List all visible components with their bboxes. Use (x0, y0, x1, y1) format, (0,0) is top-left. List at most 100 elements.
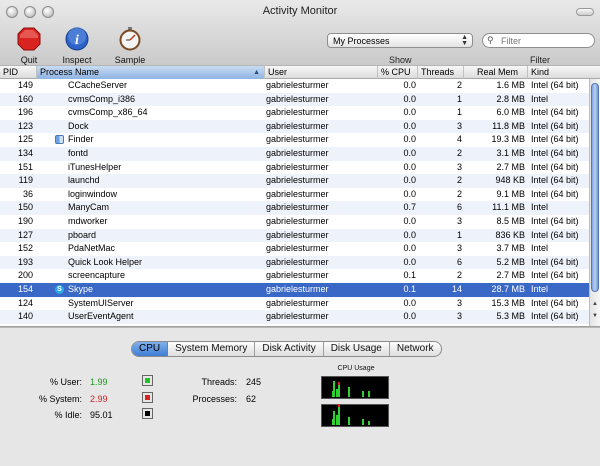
column-header-kind[interactable]: Kind (528, 66, 600, 79)
user-cell: gabrielesturmer (266, 120, 329, 131)
cpu-system-bar (338, 404, 340, 407)
sort-ascending-icon: ▲ (253, 69, 260, 76)
process-name-cell: cvmsComp_x86_64 (68, 107, 148, 118)
cpu-user-bar (338, 407, 340, 425)
real-mem-cell: 28.7 MB (491, 284, 525, 294)
swatch-fill (145, 411, 150, 416)
column-header-process-name[interactable]: Process Name ▲ (37, 66, 265, 79)
cpu-idle-color-swatch[interactable] (142, 408, 153, 419)
real-mem-cell: 11.1 MB (492, 202, 525, 213)
column-header-cpu[interactable]: % CPU (378, 66, 418, 79)
table-row[interactable]: 119 launchd gabrielesturmer 0.0 2 948 KB Intel… (0, 174, 589, 188)
real-mem-cell: 836 KB (495, 229, 525, 240)
scroll-down-arrow-icon[interactable]: ▼ (591, 313, 599, 323)
inspect-button[interactable]: i Inspect (60, 27, 94, 65)
pid-cell: 134 (17, 148, 33, 158)
threads-cell: 3 (456, 120, 462, 131)
process-name-cell: iTunesHelper (68, 161, 122, 172)
tab-network[interactable]: Network (390, 342, 441, 356)
scroll-up-arrow-icon[interactable]: ▲ (591, 301, 599, 311)
table-row[interactable]: 152 PdaNetMac gabrielesturmer 0.0 3 3.7 MB Int… (0, 242, 589, 256)
tab-system-memory[interactable]: System Memory (168, 342, 256, 356)
column-header-threads[interactable]: Threads (418, 66, 464, 79)
process-name-cell: ManyCam (68, 202, 110, 213)
column-header-user[interactable]: User (265, 66, 378, 79)
real-mem-cell: 5.2 MB (496, 256, 525, 267)
threads-cell: 2 (456, 270, 462, 281)
toolbar-toggle-button[interactable] (576, 8, 594, 16)
cpu-user-bar (362, 419, 364, 425)
table-row[interactable]: 140 UserEventAgent gabrielesturmer 0.0 3 5.3 … (0, 310, 589, 324)
kind-cell: Intel (64 bit) (531, 134, 579, 145)
filter-search-field[interactable]: ⚲ (482, 33, 595, 48)
table-row[interactable]: 200 screencapture gabrielesturmer 0.1 2 2.7 M… (0, 269, 589, 283)
cpu-user-bar (338, 385, 340, 397)
filter-input[interactable] (501, 36, 586, 46)
cpu-user-color-swatch[interactable] (142, 375, 153, 386)
user-cell: gabrielesturmer (266, 284, 329, 294)
table-row[interactable]: 190 mdworker gabrielesturmer 0.0 3 8.5 MB Inte… (0, 215, 589, 229)
chevron-updown-icon: ▲ ▼ (461, 34, 468, 47)
table-vertical-scrollbar[interactable]: ▲ ▼ (589, 79, 600, 326)
user-cell: gabrielesturmer (266, 311, 329, 322)
process-name-cell: mdworker (68, 216, 108, 226)
system-stats-pane: CPU System Memory Disk Activity Disk Usa… (0, 327, 600, 466)
user-cell: gabrielesturmer (266, 243, 329, 254)
tab-disk-activity[interactable]: Disk Activity (255, 342, 324, 356)
table-row[interactable]: 36 loginwindow gabrielesturmer 0.0 2 9.1 MB In… (0, 188, 589, 202)
user-cell: gabrielesturmer (266, 175, 329, 186)
user-cell: gabrielesturmer (266, 93, 329, 104)
user-cell: gabrielesturmer (266, 107, 329, 118)
column-header-pid[interactable]: PID (0, 66, 37, 79)
cpu-user-value: 1.99 (90, 377, 108, 387)
table-row[interactable]: 193 Quick Look Helper gabrielesturmer 0.0 6 5… (0, 255, 589, 270)
table-row[interactable]: 123 Dock gabrielesturmer 0.0 3 11.8 MB Intel (… (0, 119, 589, 134)
threads-cell: 6 (456, 256, 462, 267)
threads-cell: 3 (456, 297, 462, 308)
table-row[interactable]: 196 cvmsComp_x86_64 gabrielesturmer 0.0 1 6.0… (0, 106, 589, 120)
table-row[interactable]: 149 CCacheServer gabrielesturmer 0.0 2 1.6 MB… (0, 79, 589, 93)
processes-label: Processes: (192, 394, 237, 404)
cpu-system-color-swatch[interactable] (142, 392, 153, 403)
process-name-cell: fontd (68, 148, 89, 158)
process-name-cell: Dock (68, 120, 89, 131)
filter-label: Filter (530, 55, 550, 65)
table-row[interactable]: 150 ManyCam gabrielesturmer 0.7 6 11.1 MB Inte… (0, 201, 589, 215)
process-name-cell: CCacheServer (68, 80, 128, 90)
pid-cell: 151 (17, 161, 33, 172)
threads-cell: 4 (456, 134, 462, 145)
table-row[interactable]: 154 Skype gabrielesturmer 0.1 14 28.7 MB Intel… (0, 283, 589, 297)
user-cell: gabrielesturmer (266, 188, 329, 199)
scrollbar-thumb[interactable] (591, 83, 599, 292)
pid-cell: 125 (17, 134, 33, 145)
processes-value: 62 (246, 394, 257, 404)
tab-cpu[interactable]: CPU (132, 342, 169, 356)
show-processes-value: My Processes (333, 36, 390, 46)
threads-label: Threads: (201, 377, 237, 387)
table-row[interactable]: 134 fontd gabrielesturmer 0.0 2 3.1 MB Intel (… (0, 147, 589, 161)
table-row[interactable]: 151 iTunesHelper gabrielesturmer 0.0 3 2.7 MB… (0, 161, 589, 175)
kind-cell: Intel (64 bit) (531, 256, 579, 267)
cpu-cell: 0.0 (403, 161, 416, 172)
kind-cell: Intel (64 bit) (531, 270, 579, 281)
tab-disk-usage[interactable]: Disk Usage (324, 342, 390, 356)
user-cell: gabrielesturmer (266, 80, 329, 90)
column-header-real-mem[interactable]: Real Mem (464, 66, 528, 79)
finder-icon (55, 135, 64, 145)
cpu-user-bar (333, 381, 335, 397)
pid-cell: 123 (17, 120, 33, 131)
table-row[interactable]: 124 SystemUIServer gabrielesturmer 0.0 3 15.3… (0, 297, 589, 311)
table-row[interactable]: 160 cvmsComp_i386 gabrielesturmer 0.0 1 2.8 M… (0, 92, 589, 107)
pid-cell: 200 (17, 270, 33, 281)
inspect-label: Inspect (62, 55, 92, 65)
real-mem-cell: 3.7 MB (496, 243, 525, 254)
cpu-system-value: 2.99 (90, 394, 108, 404)
table-row[interactable]: 125 Finder gabrielesturmer 0.0 4 19.3 MB Intel… (0, 133, 589, 147)
real-mem-cell: 15.3 MB (491, 297, 525, 308)
user-cell: gabrielesturmer (266, 256, 329, 267)
table-row[interactable]: 127 pboard gabrielesturmer 0.0 1 836 KB Intel … (0, 228, 589, 243)
user-cell: gabrielesturmer (266, 161, 329, 172)
show-processes-select[interactable]: My Processes ▲ ▼ (327, 33, 473, 48)
kind-cell: Intel (64 bit) (531, 120, 579, 131)
kind-cell: Intel (64 bit) (531, 311, 579, 322)
